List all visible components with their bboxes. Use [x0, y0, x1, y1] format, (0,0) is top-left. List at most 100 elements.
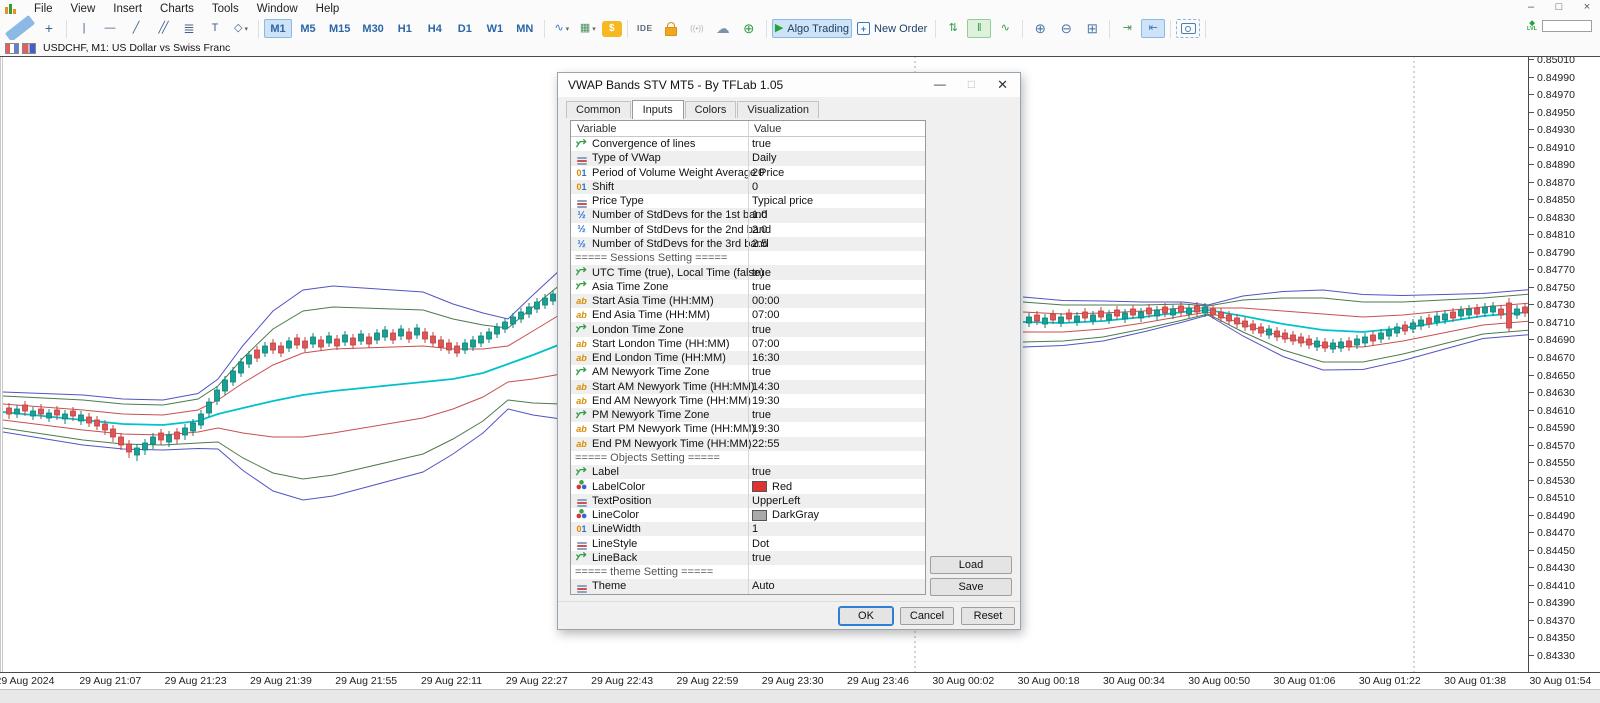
menu-tools[interactable]: Tools: [203, 2, 248, 16]
toolbar-group: M1M5M15M30H1H4D1W1MN: [259, 20, 545, 38]
bool-type-icon: [575, 265, 592, 280]
time-axis[interactable]: 29 Aug 202429 Aug 21:0729 Aug 21:2329 Au…: [0, 672, 1600, 689]
save-button[interactable]: Save: [930, 578, 1012, 596]
timeframe-m5-button[interactable]: M5: [294, 19, 322, 38]
restore-window-button[interactable]: □: [1552, 1, 1566, 13]
variable-value[interactable]: 2.0: [752, 224, 767, 236]
camera-button[interactable]: [1176, 19, 1200, 38]
variable-value[interactable]: true: [752, 366, 771, 378]
tab-colors[interactable]: Colors: [685, 101, 737, 118]
variable-value[interactable]: 19:30: [752, 395, 780, 407]
variable-value[interactable]: 0: [752, 181, 758, 193]
variable-value[interactable]: 22:55: [752, 438, 780, 450]
variable-value[interactable]: Daily: [752, 152, 776, 164]
timeframe-h1-button[interactable]: H1: [391, 19, 419, 38]
timeframe-m1-button[interactable]: M1: [264, 19, 292, 38]
bar-chart-button[interactable]: ‖: [967, 19, 991, 38]
variable-value[interactable]: 07:00: [752, 309, 780, 321]
cursor-tool-button[interactable]: [5, 15, 35, 42]
variable-value[interactable]: 14:30: [752, 381, 780, 393]
variable-value[interactable]: true: [752, 281, 771, 293]
variable-value[interactable]: 07:00: [752, 338, 780, 350]
horizontal-line-tool-button[interactable]: —: [98, 19, 122, 38]
ide-button[interactable]: IDE: [633, 19, 657, 38]
menu-file[interactable]: File: [25, 2, 62, 16]
line-chart-button[interactable]: ∿: [993, 19, 1017, 38]
dialog-close-button[interactable]: ✕: [997, 77, 1008, 93]
zoom-out-button[interactable]: ⊖: [1054, 19, 1078, 38]
tab-visualization[interactable]: Visualization: [737, 101, 819, 118]
candle-chart-mini-icon[interactable]: [22, 43, 36, 54]
bottom-strip: [0, 689, 1600, 703]
algo-trading-button[interactable]: ▶Algo Trading: [772, 19, 852, 38]
variable-value[interactable]: true: [752, 138, 771, 150]
timeframe-d1-button[interactable]: D1: [451, 19, 479, 38]
load-button[interactable]: Load: [930, 556, 1012, 574]
variable-value[interactable]: Typical price: [752, 195, 813, 207]
zoom-in-button[interactable]: ⊕: [1028, 19, 1052, 38]
minimize-window-button[interactable]: –: [1524, 1, 1538, 13]
variable-value[interactable]: 00:00: [752, 295, 780, 307]
menu-help[interactable]: Help: [307, 2, 349, 16]
timeframe-m30-button[interactable]: M30: [357, 19, 388, 38]
tile-windows-button[interactable]: ⊞: [1080, 19, 1104, 38]
variable-value[interactable]: 16:30: [752, 352, 780, 364]
dialog-title-bar[interactable]: VWAP Bands STV MT5 - By TFLab 1.05 — □ ✕: [558, 73, 1020, 97]
chart-type-button[interactable]: ∿▾: [550, 19, 574, 38]
cloud-icon[interactable]: ☁: [711, 19, 735, 38]
variable-value[interactable]: Auto: [752, 580, 775, 592]
variable-value[interactable]: DarkGray: [752, 509, 819, 521]
variable-value[interactable]: 1.0: [752, 209, 767, 221]
variable-label: LineWidth: [592, 523, 641, 535]
inputs-table[interactable]: Variable Value Convergence of linestrueT…: [570, 120, 926, 595]
shapes-tool-button[interactable]: ◇▾: [229, 19, 253, 38]
timeframe-w1-button[interactable]: W1: [481, 19, 509, 38]
community-icon[interactable]: ⊕: [737, 19, 761, 38]
variable-value[interactable]: 1: [752, 523, 758, 535]
price-axis[interactable]: 0.850100.849900.849700.849500.849300.849…: [1528, 56, 1600, 672]
lock-icon[interactable]: [659, 19, 683, 38]
variable-value[interactable]: 19:30: [752, 423, 780, 435]
variable-value[interactable]: true: [752, 324, 771, 336]
new-order-button[interactable]: +New Order: [854, 19, 930, 38]
variable-value[interactable]: Red: [752, 481, 792, 493]
auto-scroll-button[interactable]: ⇤: [1141, 19, 1165, 38]
dollar-icon[interactable]: $: [602, 21, 622, 37]
timeframe-h4-button[interactable]: H4: [421, 19, 449, 38]
ok-button[interactable]: OK: [839, 607, 893, 625]
channel-tool-button[interactable]: ╱╱: [150, 19, 175, 38]
tick-chart-button[interactable]: ⇅: [941, 19, 965, 38]
cancel-button[interactable]: Cancel: [900, 607, 954, 625]
menu-insert[interactable]: Insert: [104, 2, 151, 16]
variable-value[interactable]: true: [752, 552, 771, 564]
dialog-maximize-button[interactable]: □: [968, 77, 975, 93]
variable-value[interactable]: 20: [752, 167, 764, 179]
menu-charts[interactable]: Charts: [151, 2, 203, 16]
tab-inputs[interactable]: Inputs: [632, 100, 684, 119]
variable-value[interactable]: true: [752, 267, 771, 279]
timeframe-m15-button[interactable]: M15: [324, 19, 355, 38]
timeframe-mn-button[interactable]: MN: [511, 19, 539, 38]
shift-end-button[interactable]: ⇥: [1115, 19, 1139, 38]
variable-value[interactable]: true: [752, 409, 771, 421]
trendline-tool-button[interactable]: ╱: [124, 19, 148, 38]
crosshair-tool-button[interactable]: +: [37, 19, 61, 38]
variable-value[interactable]: Dot: [752, 538, 769, 550]
reset-button[interactable]: Reset: [961, 607, 1015, 625]
vertical-line-tool-button[interactable]: |: [72, 19, 96, 38]
price-axis-label: 0.84650: [1529, 370, 1575, 382]
bar-chart-mini-icon[interactable]: [5, 43, 19, 54]
variable-value[interactable]: 2.5: [752, 238, 767, 250]
close-window-button[interactable]: ×: [1580, 1, 1594, 13]
indicators-button[interactable]: ▦▾: [576, 19, 600, 38]
variable-value[interactable]: true: [752, 466, 771, 478]
menu-window[interactable]: Window: [248, 2, 307, 16]
variable-value[interactable]: UpperLeft: [752, 495, 800, 507]
dbl-type-icon: ½: [575, 238, 592, 251]
menu-view[interactable]: View: [62, 2, 105, 16]
dialog-minimize-button[interactable]: —: [934, 77, 946, 93]
lines-tool-button[interactable]: ≣: [177, 19, 201, 38]
tab-common[interactable]: Common: [566, 101, 631, 118]
text-tool-button[interactable]: T: [203, 19, 227, 38]
signal-icon[interactable]: ((•)): [685, 19, 709, 38]
